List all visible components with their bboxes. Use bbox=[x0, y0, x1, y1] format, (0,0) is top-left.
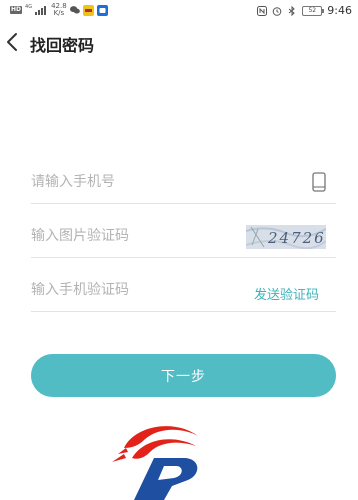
brand-logo bbox=[104, 418, 208, 500]
signal-icon bbox=[35, 5, 47, 15]
app-notification-icon bbox=[82, 4, 94, 16]
status-bar: HD 4G 42.8 K/s 52 9:46 bbox=[0, 0, 358, 22]
header: 找回密码 bbox=[0, 28, 358, 58]
chevron-left-icon bbox=[7, 33, 17, 51]
hd-badge: HD bbox=[10, 6, 23, 14]
bluetooth-icon bbox=[287, 5, 297, 16]
nfc-icon bbox=[257, 5, 268, 16]
sms-code-field: 发送验证码 bbox=[31, 270, 336, 312]
network-type: 4G bbox=[25, 4, 33, 10]
status-bar-right: 52 9:46 bbox=[257, 4, 352, 17]
battery-icon: 52 bbox=[302, 5, 325, 16]
battery-level: 52 bbox=[308, 6, 317, 14]
clock: 9:46 bbox=[327, 4, 352, 17]
page-title: 找回密码 bbox=[30, 36, 95, 55]
captcha-text: 24726 bbox=[267, 229, 326, 247]
mobile-phone-icon bbox=[312, 172, 326, 192]
network-speed-unit: K/s bbox=[53, 9, 65, 17]
back-button[interactable] bbox=[2, 28, 22, 56]
network-speed: 42.8 K/s bbox=[51, 3, 67, 17]
captcha-input[interactable] bbox=[31, 216, 231, 256]
alarm-icon bbox=[272, 6, 282, 16]
wechat-icon bbox=[69, 5, 80, 15]
captcha-image[interactable]: 24726 bbox=[246, 225, 326, 249]
status-bar-left: HD 4G 42.8 K/s bbox=[10, 3, 108, 17]
phone-input[interactable] bbox=[31, 162, 231, 202]
phone-field bbox=[31, 162, 336, 204]
captcha-field: 24726 bbox=[31, 216, 336, 258]
send-code-button[interactable]: 发送验证码 bbox=[254, 284, 319, 303]
next-button[interactable]: 下一步 bbox=[31, 354, 336, 397]
app-notification-icon-2 bbox=[96, 4, 108, 16]
sms-code-input[interactable] bbox=[31, 270, 231, 310]
